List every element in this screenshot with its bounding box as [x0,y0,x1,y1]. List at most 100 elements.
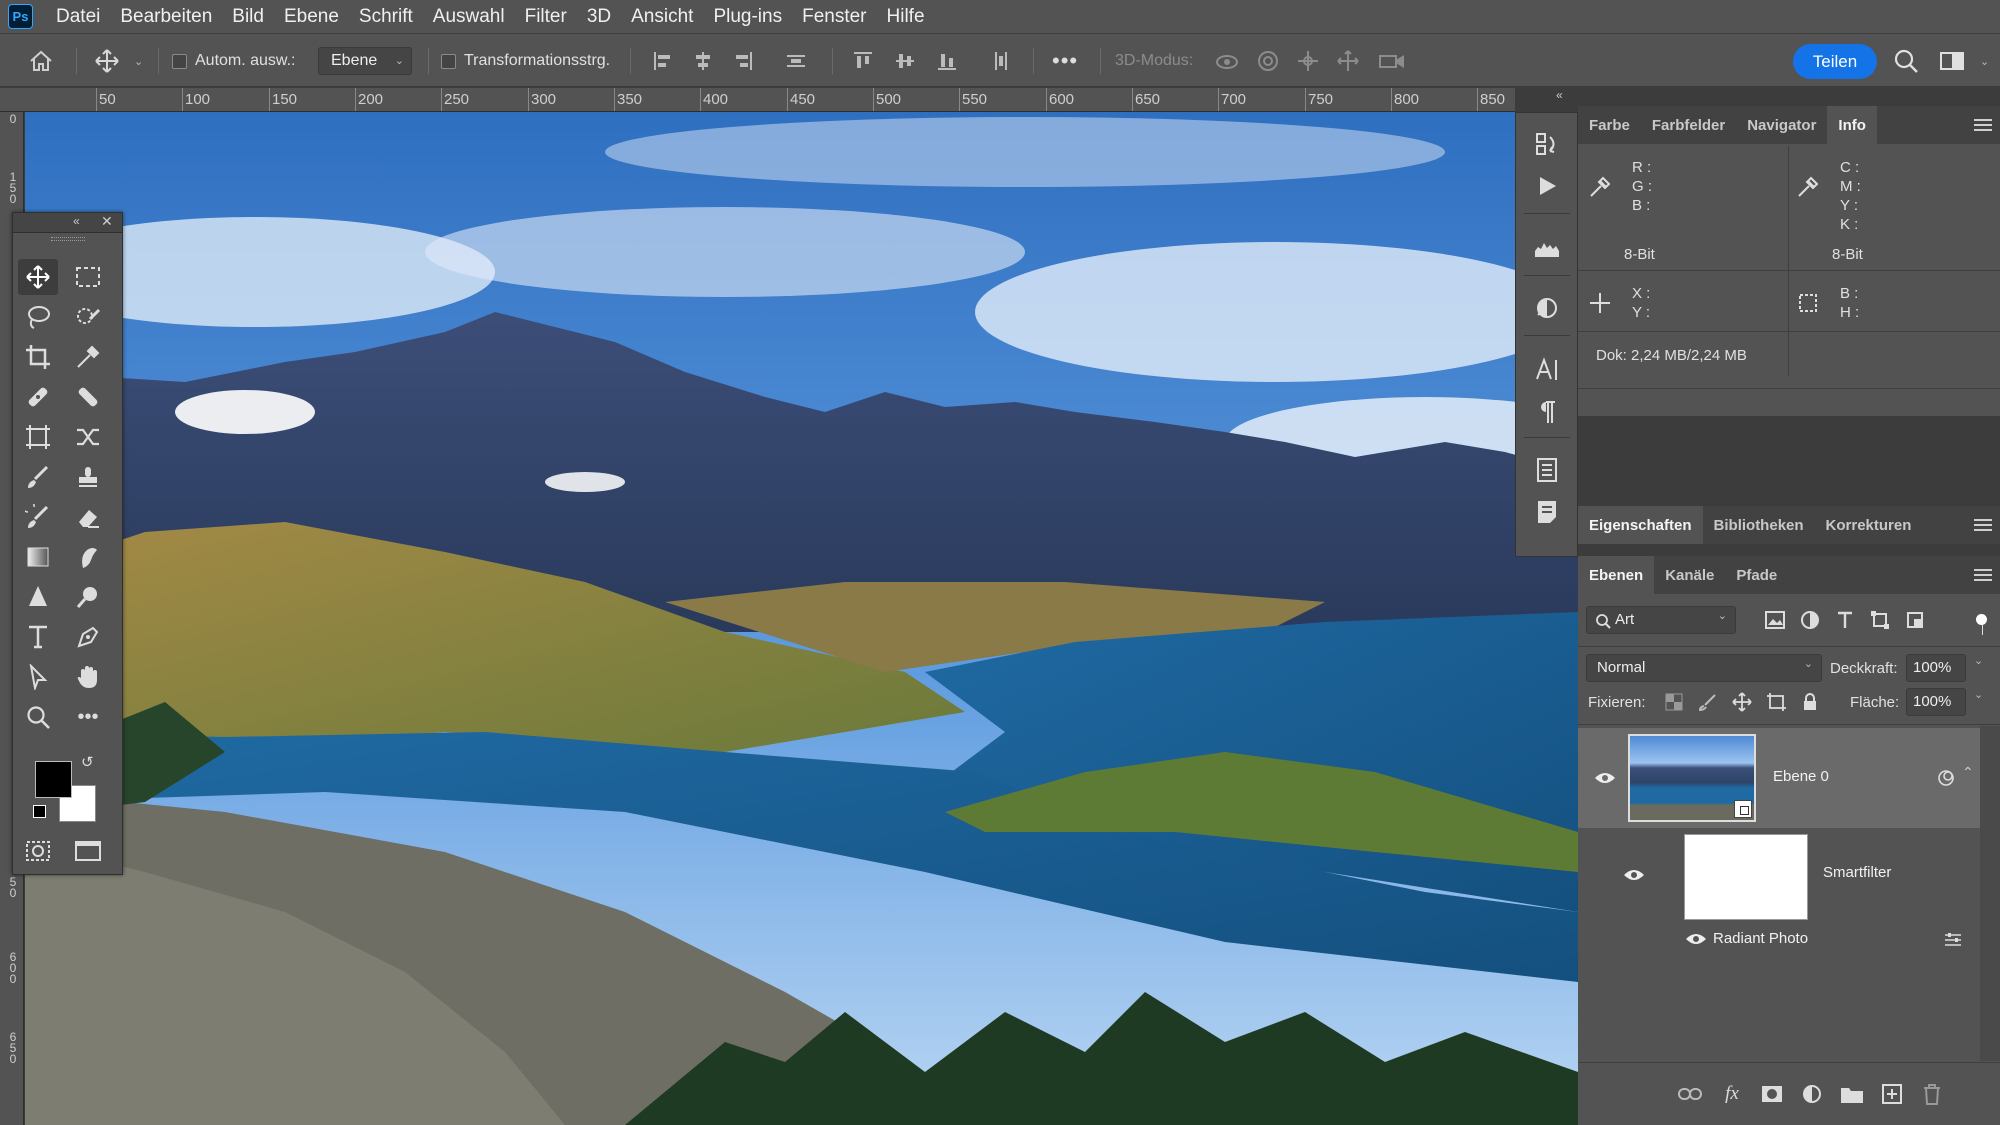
menu-ebene[interactable]: Ebene [274,0,349,33]
add-mask-icon[interactable] [1760,1082,1784,1106]
opacity-input[interactable]: 100% [1906,654,1966,682]
distribute-vertical-icon[interactable] [990,34,1012,88]
spot-healing-tool-icon[interactable] [18,379,58,415]
menu-filter[interactable]: Filter [515,0,577,33]
eyedropper-icon[interactable] [1588,175,1612,199]
filter-toggle[interactable] [1976,614,1987,625]
swap-colors-icon[interactable]: ↺ [81,753,94,771]
document-canvas[interactable] [25,112,1578,1125]
gradient-tool-icon[interactable] [18,539,58,575]
layer-row-ebene-0[interactable]: Ebene 0 ⌃ [1578,728,1980,828]
healing-brush-icon[interactable] [68,379,108,415]
menu-schrift[interactable]: Schrift [349,0,423,33]
lock-position-icon[interactable] [1730,690,1754,714]
default-colors-icon[interactable] [33,805,46,818]
lasso-tool-icon[interactable] [18,299,58,335]
tab-farbe[interactable]: Farbe [1578,106,1641,144]
eyedropper-icon[interactable] [1796,175,1820,199]
collapse-left-icon[interactable]: « [1556,88,1563,102]
panel-menu-icon[interactable] [1974,116,1992,134]
lock-transparent-icon[interactable] [1662,690,1686,714]
align-right-icon[interactable] [732,34,754,88]
new-group-icon[interactable] [1840,1082,1864,1106]
histogram-panel-icon[interactable] [1530,231,1564,265]
blend-mode-dropdown[interactable]: Normal ⌄ [1586,654,1822,682]
toolbox-header[interactable]: « ✕ [13,213,122,233]
chevron-down-icon[interactable]: ⌄ [134,34,143,88]
chevron-down-icon[interactable]: ⌄ [1980,34,1989,88]
panel-menu-icon[interactable] [1974,566,1992,584]
align-bottom-icon[interactable] [936,34,958,88]
filter-adjustment-icon[interactable] [1798,608,1822,632]
sharpen-tool-icon[interactable] [18,579,58,615]
crop-tool-icon[interactable] [18,339,58,375]
tab-korrekturen[interactable]: Korrekturen [1815,506,1923,544]
paragraph-panel-icon[interactable] [1530,395,1564,429]
history-panel-icon[interactable] [1530,127,1564,161]
menu-hilfe[interactable]: Hilfe [877,0,935,33]
visibility-eye-icon[interactable] [1594,771,1616,785]
frame-tool-icon[interactable] [18,419,58,455]
new-adjustment-icon[interactable] [1800,1082,1824,1106]
collapse-icon[interactable]: « [73,214,80,228]
align-middle-icon[interactable] [894,34,916,88]
auto-select-checkbox[interactable]: Autom. ausw.: [172,34,296,88]
tab-navigator[interactable]: Navigator [1736,106,1827,144]
notes-panel-icon[interactable] [1530,495,1564,529]
menu-ansicht[interactable]: Ansicht [621,0,703,33]
share-button[interactable]: Teilen [1793,44,1877,79]
hand-tool-icon[interactable] [68,659,108,695]
menu-plugins[interactable]: Plug-ins [703,0,792,33]
filter-smart-object-icon[interactable] [1903,608,1927,632]
link-layers-icon[interactable] [1678,1082,1702,1106]
screen-mode-icon[interactable] [68,833,108,869]
content-aware-move-icon[interactable] [68,419,108,455]
glyphs-panel-icon[interactable] [1530,453,1564,487]
auto-select-target-dropdown[interactable]: Ebene ⌄ [318,47,412,75]
delete-layer-icon[interactable] [1920,1082,1944,1106]
pen-tool-icon[interactable] [68,619,108,655]
menu-3d[interactable]: 3D [577,0,621,33]
tab-farbfelder[interactable]: Farbfelder [1641,106,1736,144]
search-icon[interactable] [1893,34,1919,88]
history-brush-icon[interactable] [18,499,58,535]
type-tool-icon[interactable] [18,619,58,655]
tab-ebenen[interactable]: Ebenen [1578,556,1655,594]
visibility-eye-icon[interactable] [1623,868,1645,882]
align-center-icon[interactable] [692,34,714,88]
chevron-down-icon[interactable]: ⌄ [1974,688,1983,701]
quick-mask-icon[interactable] [18,833,58,869]
marquee-tool-icon[interactable] [68,259,108,295]
dodge-tool-icon[interactable] [68,579,108,615]
tab-pfade[interactable]: Pfade [1725,556,1788,594]
menu-datei[interactable]: Datei [46,0,110,33]
clone-stamp-icon[interactable] [68,459,108,495]
filter-type-icon[interactable] [1833,608,1857,632]
filter-shape-icon[interactable] [1868,608,1892,632]
smart-filter-indicator-icon[interactable] [1936,768,1956,788]
fill-input[interactable]: 100% [1906,688,1966,716]
distribute-icon[interactable] [785,34,807,88]
path-selection-icon[interactable] [18,659,58,695]
foreground-color-swatch[interactable] [35,761,72,798]
panel-menu-icon[interactable] [1974,516,1992,534]
more-options-icon[interactable]: ••• [1052,34,1078,88]
close-icon[interactable]: ✕ [101,213,113,230]
home-icon[interactable] [28,34,54,88]
smudge-tool-icon[interactable] [68,539,108,575]
transform-controls-checkbox[interactable]: Transformationsstrg. [441,34,610,88]
fx-icon[interactable]: fx [1720,1082,1744,1106]
grip-handle[interactable] [51,237,85,241]
tab-eigenschaften[interactable]: Eigenschaften [1578,506,1703,544]
menu-auswahl[interactable]: Auswahl [423,0,515,33]
workspace-icon[interactable] [1939,34,1965,88]
filter-mask-thumbnail[interactable] [1684,834,1808,920]
eraser-tool-icon[interactable] [68,499,108,535]
menu-bild[interactable]: Bild [222,0,274,33]
filter-row-radiant-photo[interactable]: Radiant Photo [1578,922,1980,956]
eyedropper-tool-icon[interactable] [68,339,108,375]
tab-bibliotheken[interactable]: Bibliotheken [1703,506,1815,544]
align-top-icon[interactable] [852,34,874,88]
more-tools-icon[interactable]: ••• [68,699,108,735]
new-layer-icon[interactable] [1880,1082,1904,1106]
